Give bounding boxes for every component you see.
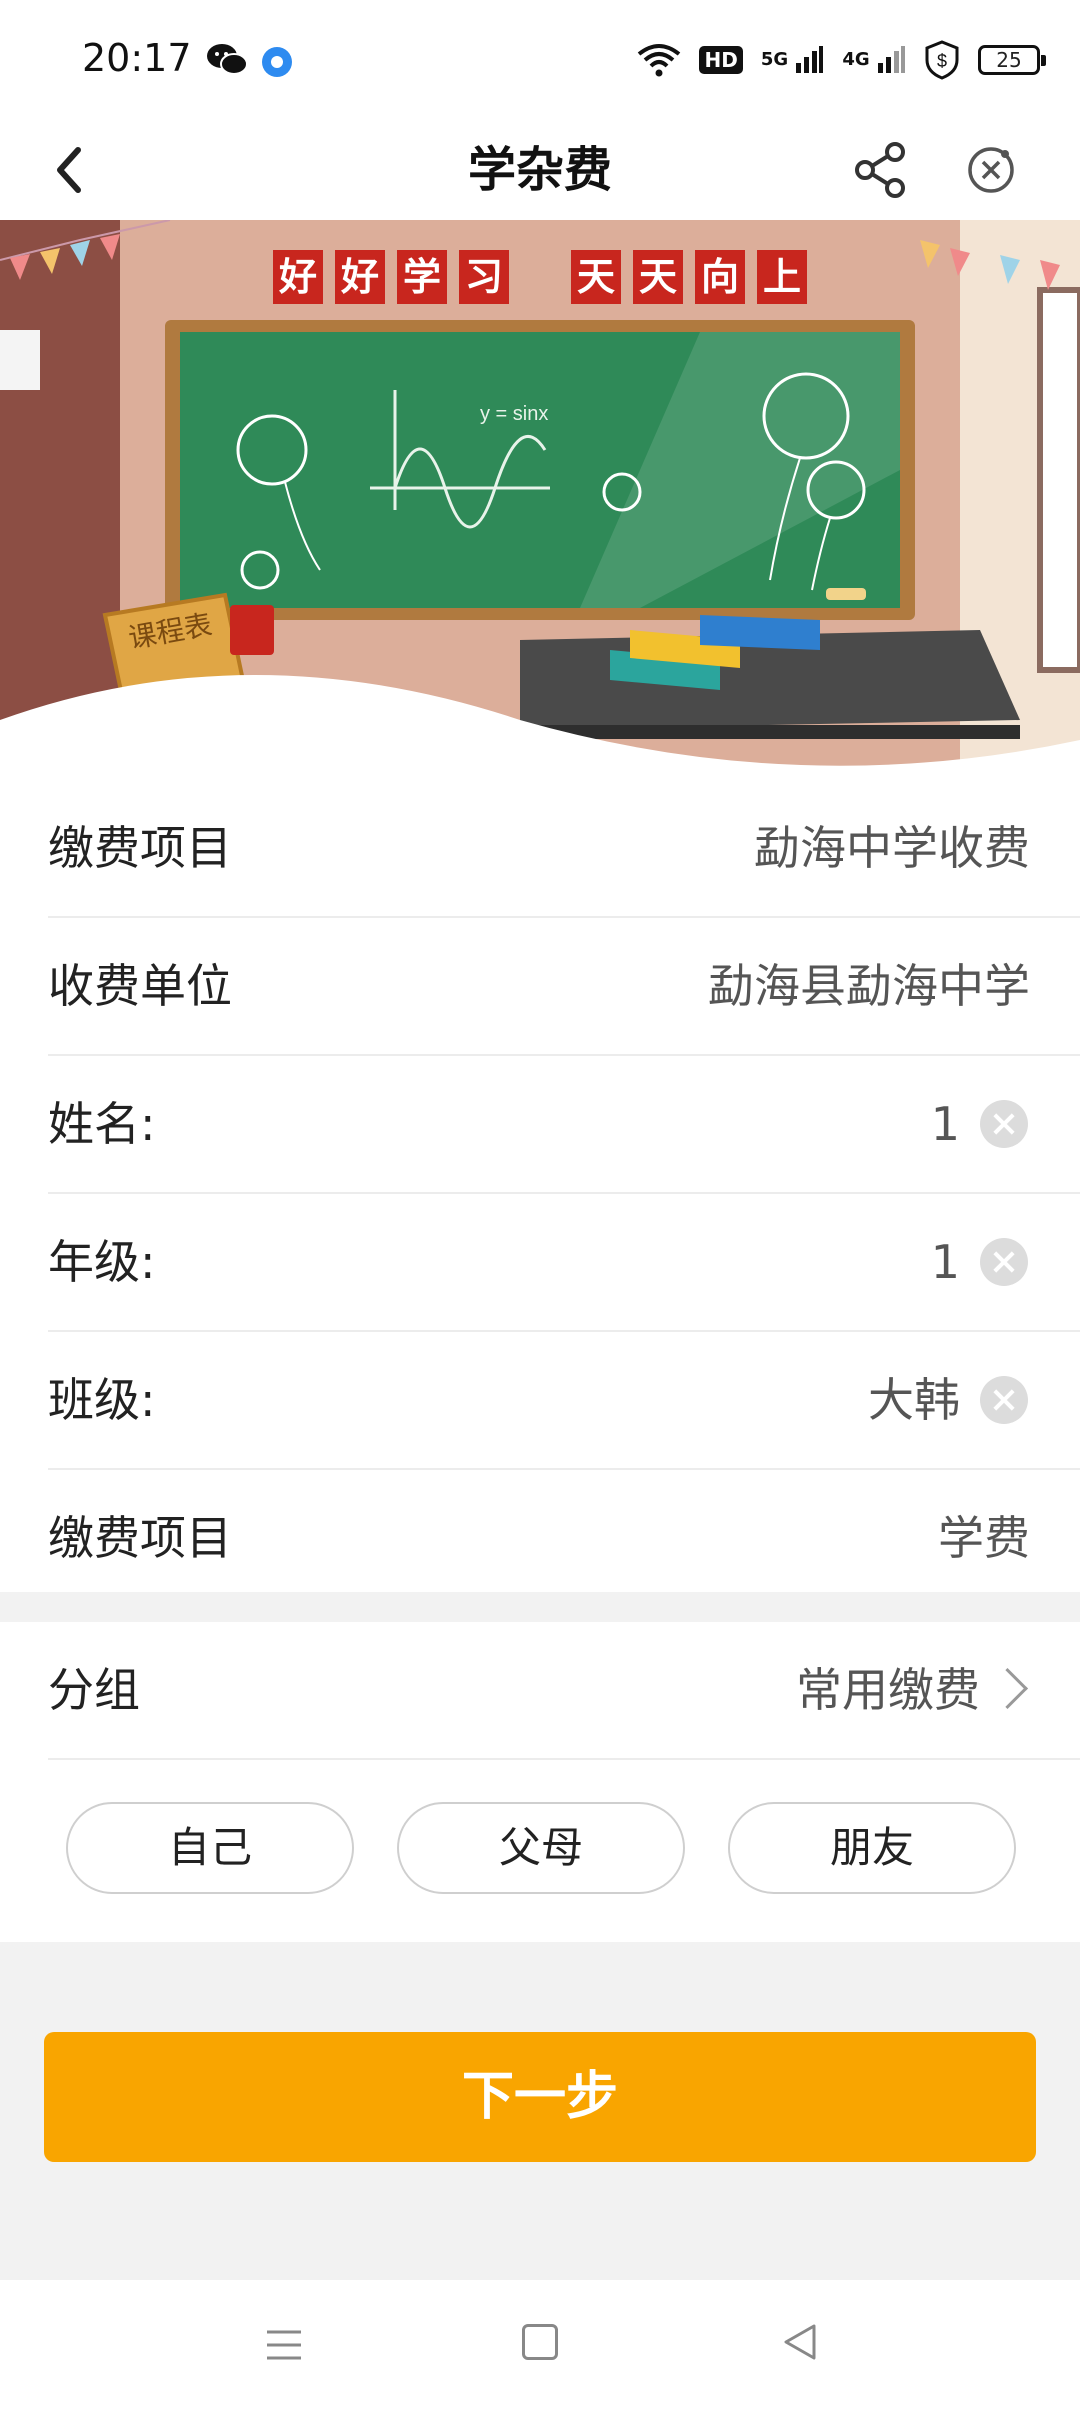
motto-char: 习 — [459, 250, 509, 304]
signal-4g-icon: 4G — [842, 45, 906, 75]
share-icon[interactable] — [845, 134, 917, 206]
clear-icon[interactable] — [980, 1100, 1028, 1148]
classroom-banner: y = sinx 好 好 学 习 天 天 向 上 课程表 — [0, 220, 1080, 780]
chevron-right-icon — [986, 1667, 1029, 1710]
status-icons: HD 5G 4G $ 25 — [637, 38, 1046, 82]
row-label: 缴费项目 — [48, 821, 232, 875]
group-chips: 自己 父母 朋友 — [66, 1802, 1016, 1894]
row-value: 勐海中学收费 — [754, 821, 1030, 875]
close-circle-icon[interactable] — [955, 134, 1027, 206]
chip-parents[interactable]: 父母 — [397, 1802, 685, 1894]
group-label: 分组 — [48, 1663, 140, 1717]
network-4g-label: 4G — [842, 49, 870, 70]
class-input[interactable]: 大韩 — [868, 1332, 960, 1468]
page-title: 学杂费 — [467, 142, 612, 198]
form-row-payee: 收费单位 勐海县勐海中学 — [48, 918, 1080, 1056]
signal-5g-icon: 5G — [761, 45, 825, 75]
title-bar: 学杂费 — [0, 120, 1080, 220]
wifi-icon — [638, 44, 681, 77]
group-section: 分组 常用缴费 自己 父母 朋友 — [0, 1622, 1080, 1942]
motto-char: 学 — [397, 250, 447, 304]
home-icon[interactable] — [522, 2324, 558, 2360]
form-row-payment-item: 缴费项目 勐海中学收费 — [48, 780, 1080, 918]
chip-self[interactable]: 自己 — [66, 1802, 354, 1894]
group-selector[interactable]: 分组 常用缴费 — [48, 1622, 1080, 1760]
clear-icon[interactable] — [980, 1238, 1028, 1286]
wechat-icon — [207, 44, 248, 75]
row-value: 学费 — [938, 1511, 1030, 1565]
app-notification-icon — [262, 47, 292, 77]
row-label: 姓名: — [48, 1097, 156, 1151]
motto-char: 天 — [633, 250, 683, 304]
row-value: 勐海县勐海中学 — [708, 959, 1030, 1013]
svg-text:y = sinx: y = sinx — [480, 403, 548, 425]
row-label: 收费单位 — [48, 959, 232, 1013]
form-row-grade: 年级: 1 — [48, 1194, 1080, 1332]
nav-back-icon[interactable] — [778, 2320, 822, 2364]
next-step-button[interactable]: 下一步 — [44, 2032, 1036, 2162]
motto-char: 好 — [335, 250, 385, 304]
system-nav-bar — [0, 2280, 1080, 2412]
grade-input[interactable]: 1 — [931, 1194, 960, 1330]
clear-icon[interactable] — [980, 1376, 1028, 1424]
form-row-name: 姓名: 1 — [48, 1056, 1080, 1194]
menu-icon[interactable] — [265, 2326, 303, 2364]
svg-text:$: $ — [937, 51, 947, 71]
status-bar: 20:17 HD 5G 4G $ 25 — [0, 0, 1080, 120]
group-value: 常用缴费 — [796, 1663, 980, 1717]
payment-form: 缴费项目 勐海中学收费 收费单位 勐海县勐海中学 姓名: 1 年级: 1 班级:… — [0, 780, 1080, 1606]
motto-char: 上 — [757, 250, 807, 304]
motto-char: 天 — [571, 250, 621, 304]
row-label: 年级: — [48, 1235, 156, 1289]
motto-char: 好 — [273, 250, 323, 304]
battery-icon: 25 — [978, 45, 1046, 75]
chip-friends[interactable]: 朋友 — [728, 1802, 1016, 1894]
form-row-fee-type: 缴费项目 学费 — [48, 1470, 1080, 1606]
hd-icon: HD — [699, 46, 743, 74]
row-label: 缴费项目 — [48, 1511, 232, 1565]
security-shield-icon: $ — [925, 40, 959, 80]
motto-banner: 好 好 学 习 天 天 向 上 — [0, 250, 1080, 310]
row-label: 班级: — [48, 1373, 156, 1427]
name-input[interactable]: 1 — [931, 1056, 960, 1192]
status-time: 20:17 — [82, 36, 192, 80]
motto-char: 向 — [695, 250, 745, 304]
section-divider — [0, 1592, 1080, 1622]
form-row-class: 班级: 大韩 — [48, 1332, 1080, 1470]
network-5g-label: 5G — [760, 49, 789, 70]
back-icon[interactable] — [38, 134, 110, 206]
